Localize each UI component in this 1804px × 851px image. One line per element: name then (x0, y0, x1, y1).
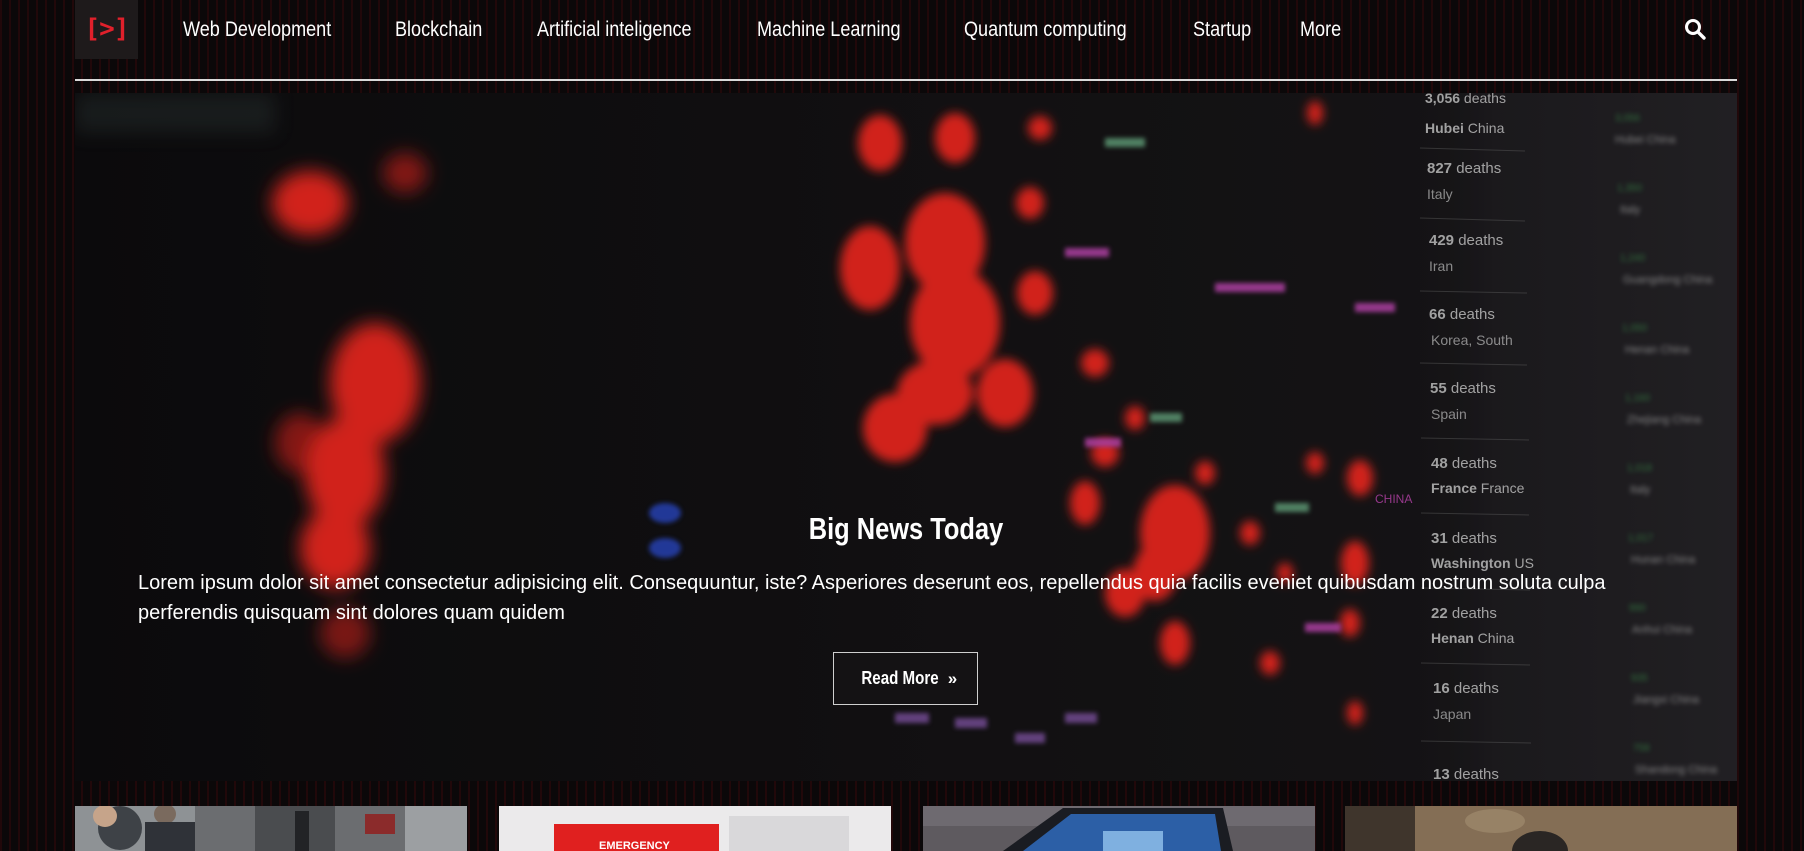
nav-item-artificial-intelligence[interactable]: Artificial inteligence (537, 18, 692, 42)
read-more-button[interactable]: Read More » (833, 652, 978, 705)
double-chevron-right-icon: » (947, 668, 958, 688)
read-more-label: Read More (861, 668, 939, 688)
nav-item-more[interactable]: More (1300, 18, 1341, 42)
nav-item-quantum-computing[interactable]: Quantum computing (964, 18, 1127, 42)
nav-item-startup[interactable]: Startup (1193, 18, 1251, 42)
thumbnail-card-3[interactable] (923, 806, 1315, 851)
nav-item-blockchain[interactable]: Blockchain (395, 18, 482, 42)
site-logo[interactable]: [>] (75, 0, 138, 59)
nav-item-web-development[interactable]: Web Development (183, 18, 331, 42)
thumbnail-card-4[interactable] (1345, 806, 1737, 851)
search-icon[interactable] (1683, 17, 1707, 41)
hero-banner: 3,056 deaths Hubei China 827 deaths Ital… (75, 93, 1737, 781)
nav-item-machine-learning[interactable]: Machine Learning (757, 18, 901, 42)
article-thumbnails: EMERGENCY (75, 806, 1737, 851)
thumbnail-card-2[interactable]: EMERGENCY (499, 806, 891, 851)
hero-title: Big News Today (808, 511, 1004, 546)
nav-menu: Web Development Blockchain Artificial in… (183, 0, 1388, 59)
hero-description: Lorem ipsum dolor sit amet consectetur a… (138, 572, 1606, 624)
top-navbar: [>] Web Development Blockchain Artificia… (75, 0, 1737, 81)
thumbnail-2-text: EMERGENCY (599, 840, 671, 851)
thumbnail-card-1[interactable] (75, 806, 467, 851)
